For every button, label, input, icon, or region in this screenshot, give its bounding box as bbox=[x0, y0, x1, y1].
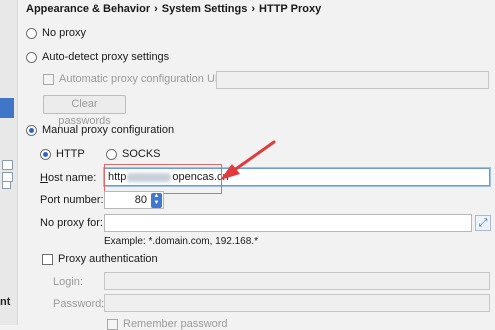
annotation-arrow bbox=[220, 140, 276, 180]
